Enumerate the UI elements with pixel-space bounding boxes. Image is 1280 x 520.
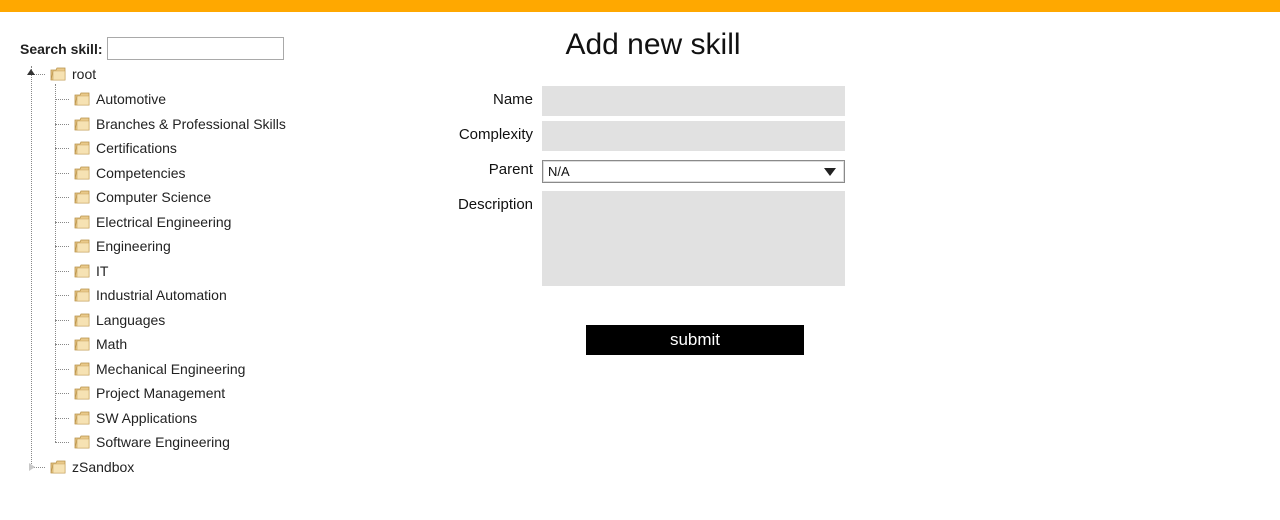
tree-node-zsandbox[interactable]: zSandbox: [50, 457, 134, 477]
tree-node-child[interactable]: Languages: [74, 310, 165, 330]
parent-label: Parent: [488, 161, 533, 178]
search-input[interactable]: [106, 37, 284, 60]
tree-node-child[interactable]: Electrical Engineering: [74, 212, 231, 232]
folder-icon: [74, 313, 90, 326]
tree-connector: [55, 270, 69, 272]
tree-node-child[interactable]: Computer Science: [74, 187, 211, 207]
tree-connector: [55, 344, 69, 345]
name-label: Name: [492, 91, 533, 108]
folder-icon: [74, 411, 90, 424]
tree-node-label: Competencies: [96, 164, 186, 181]
tree-node-label: root: [72, 66, 97, 82]
tree-connector: [55, 197, 69, 198]
tree-connector: [55, 319, 69, 321]
tree-connector: [55, 442, 69, 443]
folder-icon: [74, 362, 90, 375]
skill-tree: root Automotive Branches & Professional S…: [26, 62, 326, 482]
tree-connector: [55, 417, 69, 419]
tree-node-child[interactable]: Automotive: [74, 89, 166, 109]
folder-icon: [50, 67, 66, 81]
search-row: Search skill:: [20, 35, 284, 62]
folder-icon: [74, 264, 90, 277]
tree-node-child[interactable]: Engineering: [74, 236, 171, 256]
tree-node-child[interactable]: Project Management: [74, 383, 225, 403]
name-input[interactable]: [542, 86, 845, 116]
search-label: Search skill:: [20, 40, 103, 57]
complexity-label: Complexity: [458, 126, 533, 143]
tree-node-label: Software Engineering: [96, 434, 230, 450]
tree-connector: [55, 295, 69, 296]
folder-icon: [74, 166, 90, 179]
folder-icon: [74, 337, 90, 351]
description-label: Description: [457, 196, 533, 213]
submit-button[interactable]: submit: [586, 325, 804, 355]
tree-node-child[interactable]: Mechanical Engineering: [74, 359, 245, 379]
tree-connector: [55, 368, 69, 370]
tree-node-label: Computer Science: [96, 189, 212, 205]
tree-node-label: Languages: [96, 311, 166, 328]
tree-node-child[interactable]: Certifications: [74, 138, 177, 158]
folder-icon: [74, 141, 90, 155]
tree-connector: [55, 148, 69, 149]
folder-icon: [50, 460, 66, 474]
folder-icon: [74, 435, 90, 449]
tree-node-child[interactable]: Industrial Automation: [74, 285, 227, 305]
folder-icon: [74, 117, 90, 130]
tree-connector: [31, 66, 32, 466]
folder-icon: [74, 190, 90, 204]
folder-icon: [74, 386, 90, 400]
tree-node-label: IT: [96, 262, 109, 279]
tree-connector: [55, 221, 69, 223]
folder-icon: [74, 288, 90, 302]
parent-select-value: N/A: [548, 164, 570, 179]
tree-node-child[interactable]: Math: [74, 334, 127, 354]
tree-node-child[interactable]: Competencies: [74, 163, 186, 183]
tree-connector: [55, 123, 69, 125]
description-textarea[interactable]: [542, 191, 845, 286]
tree-node-label: Automotive: [96, 91, 167, 107]
tree-connector: [55, 393, 69, 394]
tree-node-label: Electrical Engineering: [96, 213, 232, 230]
tree-connector: [55, 99, 69, 100]
folder-icon: [74, 92, 90, 106]
tree-node-label: Project Management: [96, 385, 226, 401]
tree-node-label: SW Applications: [96, 409, 198, 426]
expand-sandbox-toggle[interactable]: [29, 463, 35, 471]
tree-connector: [55, 172, 69, 174]
tree-node-child[interactable]: IT: [74, 261, 108, 281]
top-accent-bar: [0, 0, 1280, 12]
collapse-root-toggle[interactable]: [27, 69, 35, 75]
tree-node-label: Engineering: [96, 238, 171, 254]
tree-node-child[interactable]: SW Applications: [74, 408, 197, 428]
tree-node-label: Math: [96, 336, 128, 352]
tree-node-child[interactable]: Software Engineering: [74, 432, 230, 452]
tree-node-label: Mechanical Engineering: [96, 360, 246, 377]
tree-node-label: zSandbox: [72, 459, 135, 475]
chevron-down-icon: [824, 167, 836, 176]
folder-icon: [74, 239, 90, 253]
complexity-input[interactable]: [542, 121, 845, 151]
tree-connector: [55, 84, 56, 442]
parent-select[interactable]: N/A: [542, 160, 845, 183]
folder-icon: [74, 215, 90, 228]
page-title: Add new skill: [565, 28, 741, 61]
tree-node-label: Certifications: [96, 140, 177, 156]
tree-node-label: Industrial Automation: [96, 287, 227, 303]
tree-node-label: Branches & Professional Skills: [96, 115, 286, 132]
tree-node-root[interactable]: root: [50, 64, 96, 84]
tree-connector: [55, 246, 69, 247]
tree-node-child[interactable]: Branches & Professional Skills: [74, 114, 286, 134]
